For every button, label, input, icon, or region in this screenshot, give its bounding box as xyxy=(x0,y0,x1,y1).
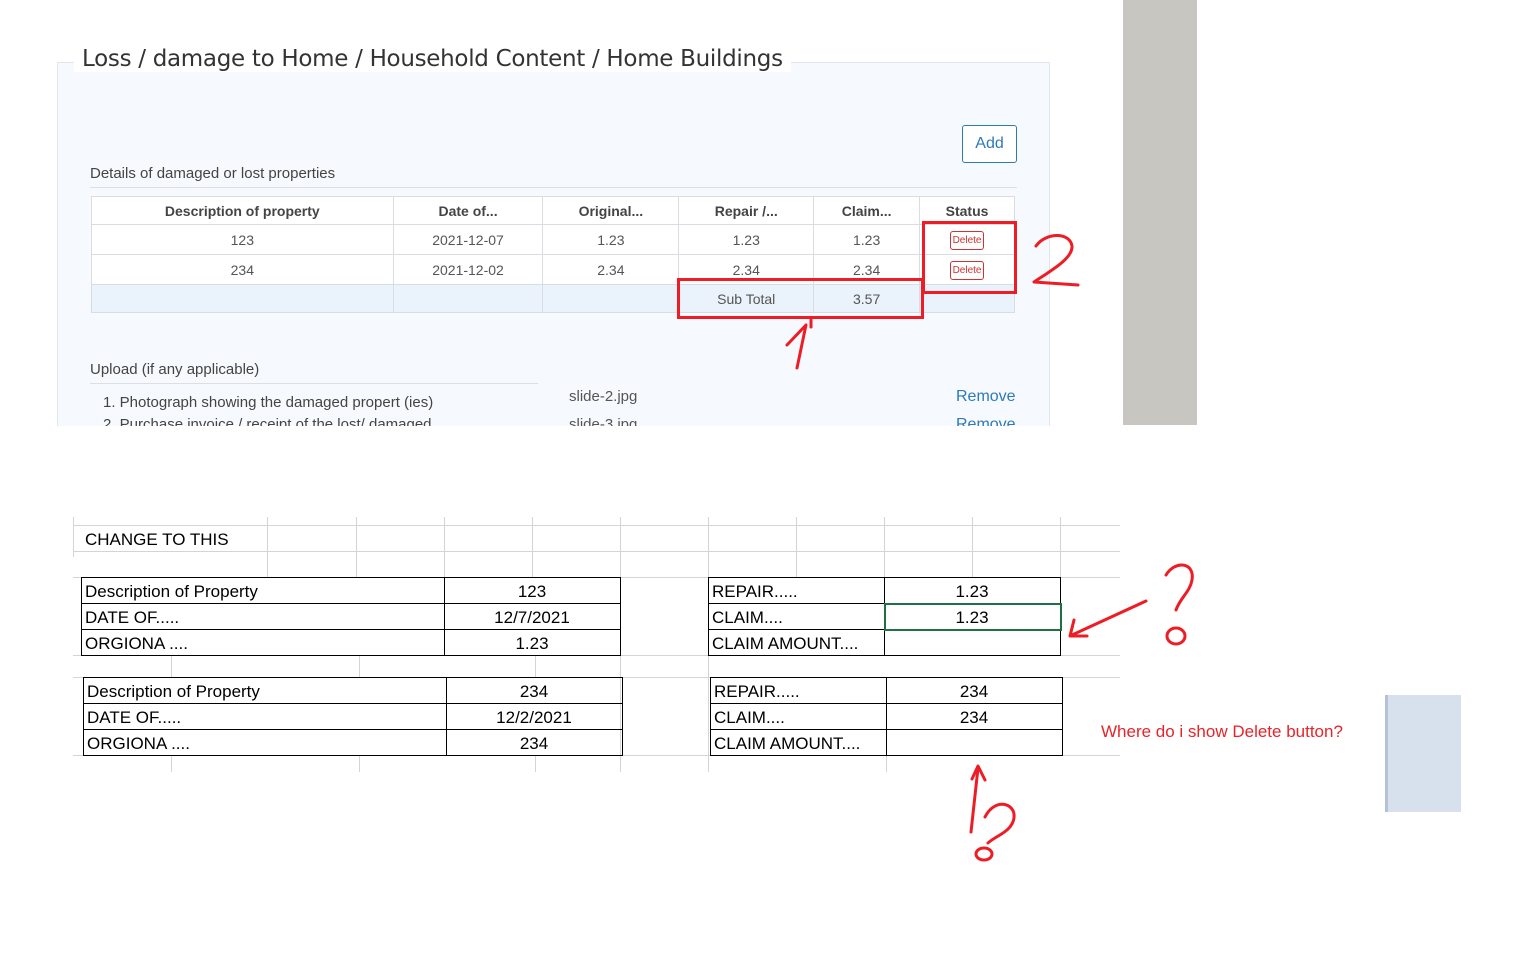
value-original[interactable]: 234 xyxy=(446,734,622,754)
label-repair: REPAIR..... xyxy=(714,682,800,701)
label-date: DATE OF..... xyxy=(85,608,180,627)
value-original[interactable]: 1.23 xyxy=(444,634,620,654)
annotation-arrow-1 xyxy=(1070,599,1148,637)
label-original: ORGIONA .... xyxy=(85,634,188,653)
cell-description: 123 xyxy=(91,224,394,255)
upload-label: Upload (if any applicable) xyxy=(90,361,260,378)
col-header-repair[interactable]: Repair /... xyxy=(678,196,815,225)
blue-side-panel xyxy=(1385,695,1461,812)
label-date: DATE OF..... xyxy=(87,708,182,727)
value-date[interactable]: 12/7/2021 xyxy=(444,608,620,628)
claim-form-panel: Add Details of damaged or lost propertie… xyxy=(57,62,1050,426)
cell-claim: 1.23 xyxy=(813,224,921,255)
divider xyxy=(90,187,1017,188)
page-title: Loss / damage to Home / Household Conten… xyxy=(74,46,791,72)
cell-original: 2.34 xyxy=(542,254,680,285)
remove-link[interactable]: Remove xyxy=(956,388,1016,406)
sheet-heading: CHANGE TO THIS xyxy=(85,530,229,549)
value-date[interactable]: 12/2/2021 xyxy=(446,708,622,728)
value-description[interactable]: 123 xyxy=(444,582,620,602)
value-claim[interactable]: 1.23 xyxy=(884,608,1060,628)
col-header-claim[interactable]: Claim... xyxy=(813,196,921,225)
details-label: Details of damaged or lost properties xyxy=(90,165,336,182)
label-repair: REPAIR..... xyxy=(712,582,798,601)
remove-link[interactable]: Remove xyxy=(956,416,1016,426)
subtotal-highlight-box xyxy=(677,278,924,319)
cell-repair: 1.23 xyxy=(678,224,815,255)
label-claim-amount: CLAIM AMOUNT.... xyxy=(714,734,861,753)
cell-original: 1.23 xyxy=(542,224,680,255)
label-claim-amount: CLAIM AMOUNT.... xyxy=(712,634,859,653)
label-description: Description of Property xyxy=(87,682,260,701)
col-header-description[interactable]: Description of property xyxy=(91,196,394,225)
value-repair[interactable]: 1.23 xyxy=(884,582,1060,602)
divider xyxy=(90,383,538,384)
gray-side-bar xyxy=(1123,0,1197,425)
table-row: 123 2021-12-07 1.23 1.23 1.23 Delete xyxy=(91,224,1015,255)
upload-file-name: slide-2.jpg xyxy=(569,388,638,405)
question-text: Where do i show Delete button? xyxy=(1101,722,1343,741)
label-claim: CLAIM.... xyxy=(712,608,783,627)
value-claim[interactable]: 234 xyxy=(886,708,1062,728)
upload-item-label: 1. Photograph showing the damaged proper… xyxy=(103,394,434,411)
table-header-row: Description of property Date of... Origi… xyxy=(91,196,1015,225)
cell-date: 2021-12-07 xyxy=(392,224,544,255)
cell-description: 234 xyxy=(91,254,394,285)
label-description: Description of Property xyxy=(85,582,258,601)
col-header-original[interactable]: Original... xyxy=(542,196,680,225)
annotation-question-1 xyxy=(1164,563,1194,612)
label-claim: CLAIM.... xyxy=(714,708,785,727)
upload-item-label: 2. Purchase invoice / receipt of the los… xyxy=(103,416,432,426)
label-original: ORGIONA .... xyxy=(87,734,190,753)
upload-file-name: slide-3.jpg xyxy=(569,416,638,426)
value-description[interactable]: 234 xyxy=(446,682,622,702)
annotation-arrow-2 xyxy=(969,766,980,834)
value-repair[interactable]: 234 xyxy=(886,682,1062,702)
add-button[interactable]: Add xyxy=(962,125,1017,163)
col-header-date[interactable]: Date of... xyxy=(392,196,544,225)
status-highlight-box xyxy=(922,221,1017,294)
cell-date: 2021-12-02 xyxy=(392,254,544,285)
annotation-question-2 xyxy=(983,802,1016,845)
